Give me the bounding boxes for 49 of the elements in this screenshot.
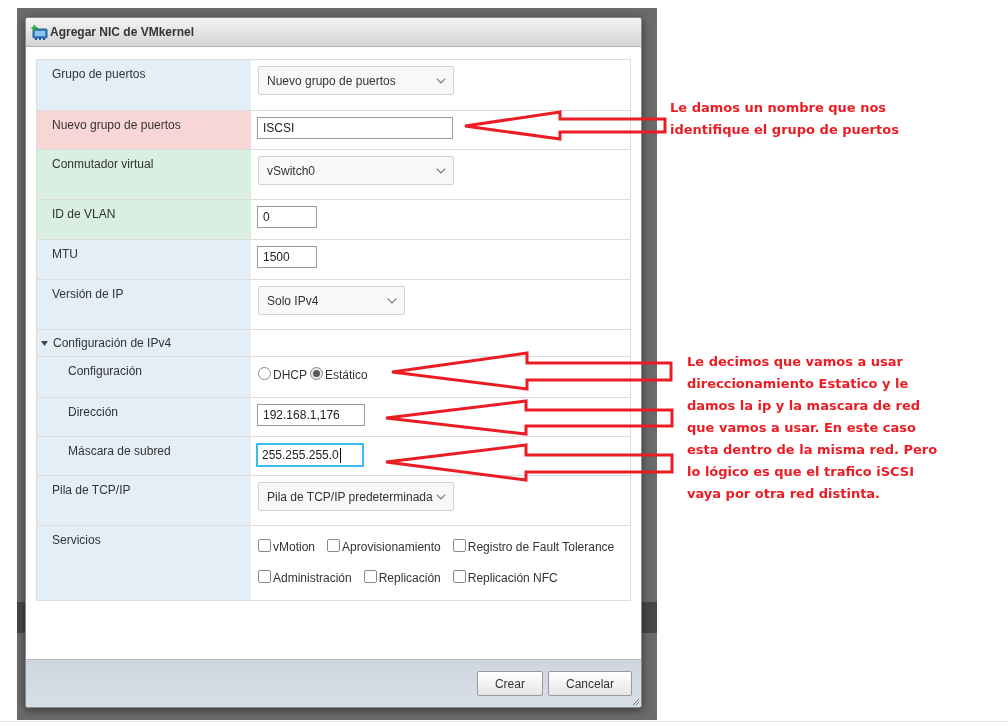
chevron-down-icon [436,167,446,174]
field-label: Nuevo grupo de puertos [52,117,181,133]
checkbox[interactable] [452,569,466,583]
checkbox[interactable] [258,538,271,552]
field-label: ID de VLAN [52,206,116,222]
field-label: Servicios [52,532,101,548]
dropdown[interactable]: vSwitch0 [258,156,454,185]
field-label: Versión de IP [52,286,124,302]
dropdown[interactable]: Nuevo grupo de puertos [258,66,454,95]
field-label: Conmutador virtual [52,156,154,172]
dropdown[interactable]: Solo IPv4 [258,286,405,315]
chevron-down-icon [436,493,446,500]
resize-grip-icon[interactable] [632,698,639,705]
radio-label[interactable]: DHCP [273,365,307,384]
annotation-text: Le damos un nombre que nos identifique el grupo de puertos [670,99,899,139]
text-field[interactable]: 0 [257,206,317,228]
text-field[interactable]: 192.168.1,176 [257,404,365,426]
checkbox[interactable] [258,569,271,583]
create-button[interactable]: Crear [476,671,543,696]
checkbox[interactable] [327,538,341,552]
checkbox-label[interactable]: Replicación [378,569,441,587]
checkbox-label[interactable]: Replicación NFC [467,569,558,587]
chevron-down-icon [436,77,446,84]
text-field[interactable]: 255.255.255.0 [256,443,364,467]
checkbox[interactable] [452,538,466,552]
field-label: Configuración [68,363,143,379]
field-label: Máscara de subred [68,443,171,459]
checkbox[interactable] [363,569,377,583]
caret-icon[interactable] [41,341,48,346]
radio-button[interactable] [310,366,323,380]
checkbox-label[interactable]: Aprovisionamiento [342,538,441,556]
cancel-button[interactable]: Cancelar [547,671,632,696]
add-network-card-icon [31,24,48,40]
field-label: MTU [52,246,78,262]
text-field[interactable]: 1500 [257,246,317,268]
field-label: Pila de TCP/IP [52,482,131,498]
checkbox-label[interactable]: Administración [273,569,352,587]
radio-button[interactable] [258,366,271,380]
checkbox-label[interactable]: Registro de Fault Tolerance [467,538,615,556]
dialog-title: Agregar NIC de VMkernel [50,24,195,41]
dropdown[interactable]: Pila de TCP/IP predeterminada [258,482,454,511]
chevron-down-icon [387,297,397,304]
checkbox-label[interactable]: vMotion [273,538,316,556]
radio-label[interactable]: Estático [325,365,368,384]
field-label: Dirección [68,404,118,420]
annotation-text: Le decimos que vamos a usar direccionamiento Estatico y le damos la ip y la mascara de red que vamos a usar. En este caso esta dentro de la misma red. Pero lo lógico es que el trafico iSCSI vaya por otra red distinta. [687,353,938,503]
field-label: Grupo de puertos [52,66,146,82]
text-field[interactable]: ISCSI [257,117,453,139]
section-title[interactable]: Configuración de IPv4 [53,335,172,351]
